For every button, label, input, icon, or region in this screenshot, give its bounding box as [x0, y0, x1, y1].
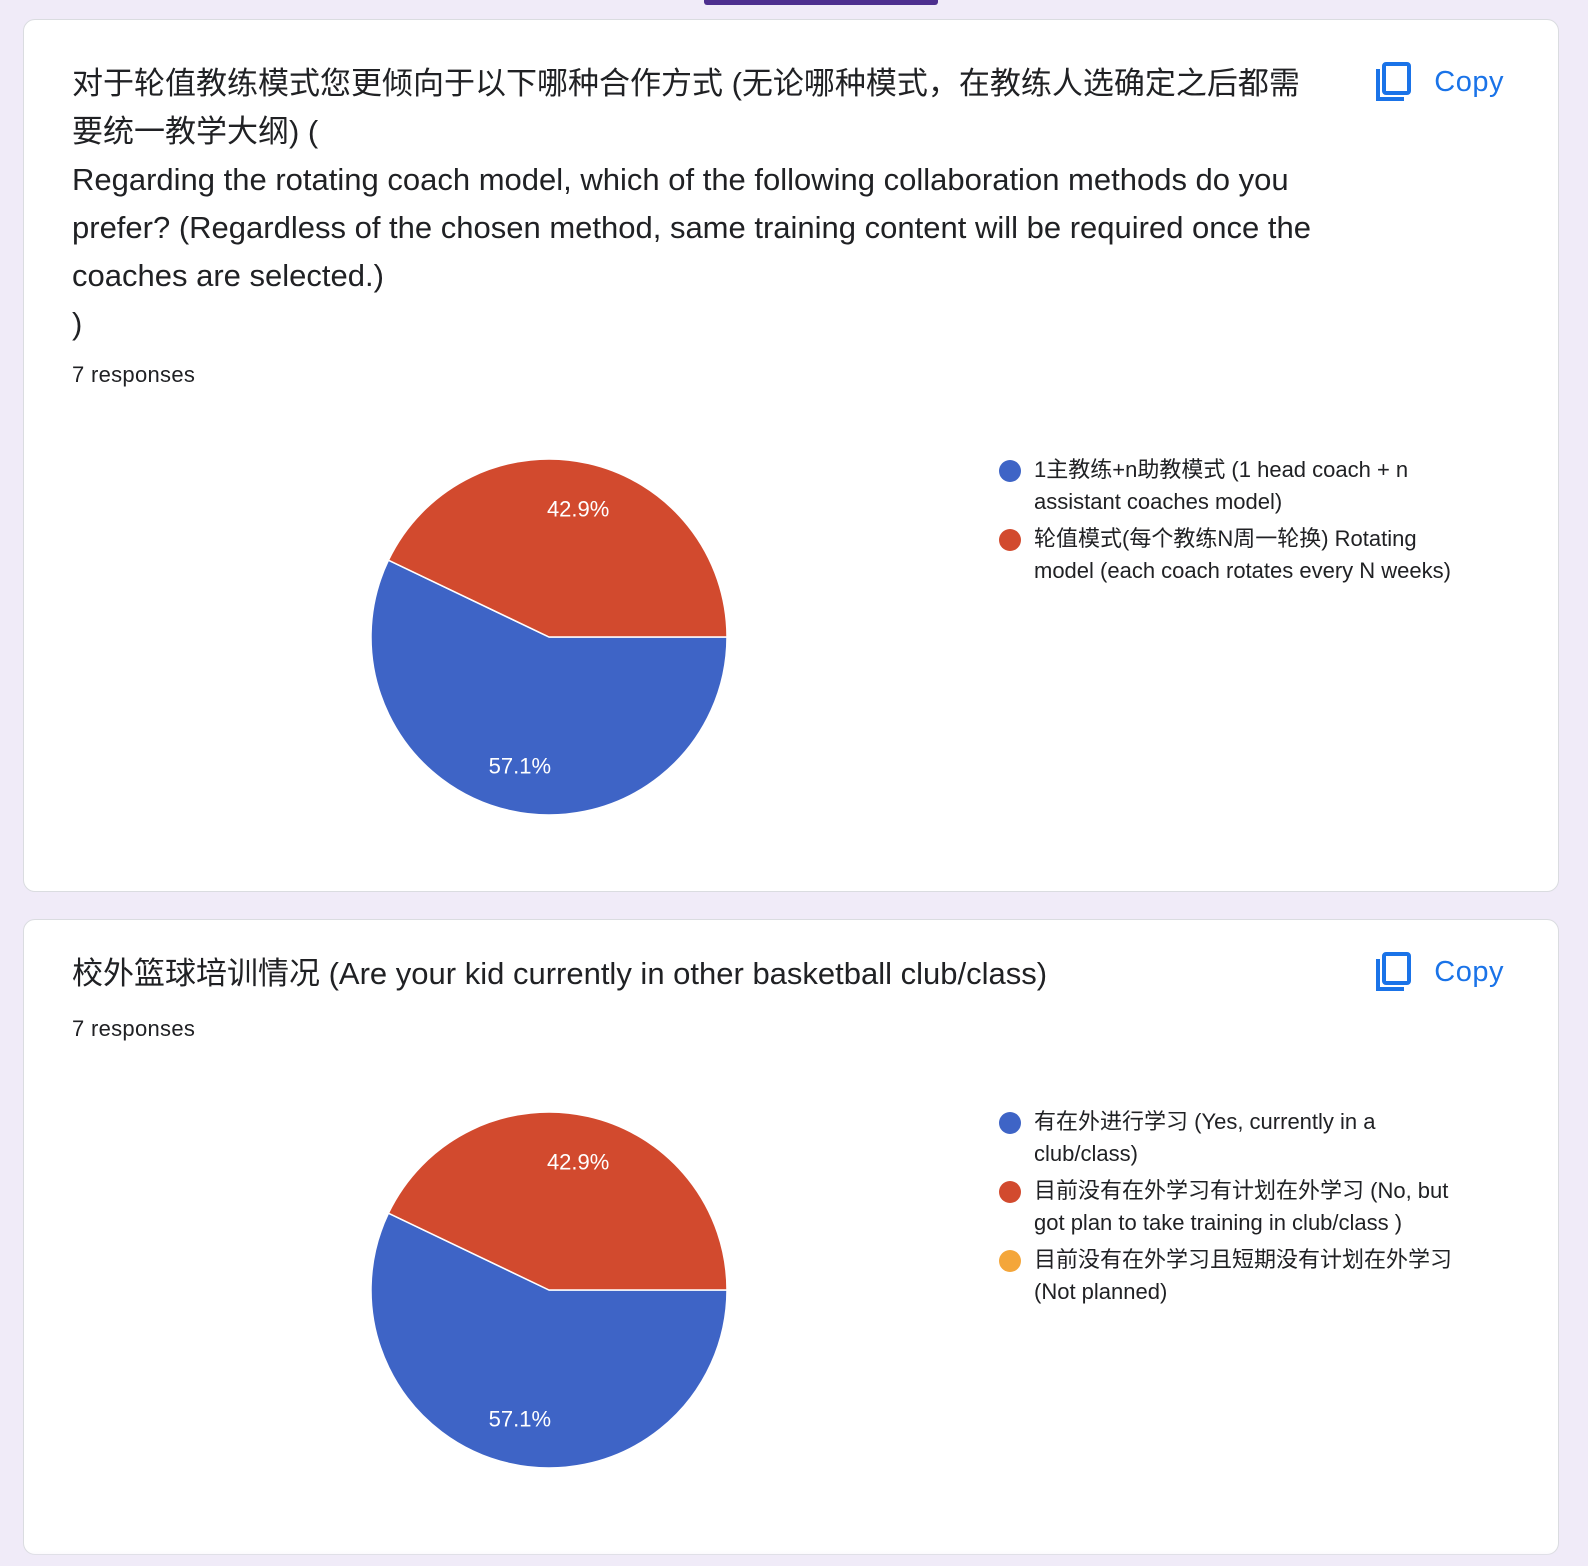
copy-chart-button[interactable]: Copy	[1374, 58, 1504, 106]
legend-label: 轮值模式(每个教练N周一轮换) Rotating model (each coa…	[1034, 526, 1451, 583]
copy-icon	[1376, 62, 1412, 101]
response-count: 7 responses	[72, 1016, 196, 1041]
bottom-edge	[0, 1550, 1588, 1566]
legend-label: 有在外进行学习 (Yes, currently in a club/class)	[1034, 1109, 1376, 1166]
legend-item: 目前没有在外学习有计划在外学习 (No, but got plan to tak…	[999, 1175, 1469, 1239]
slice-percent-label: 57.1%	[489, 1406, 551, 1431]
copy-chart-button[interactable]: Copy	[1374, 948, 1504, 996]
chart-legend: 1主教练+n助教模式 (1 head coach + n assistant c…	[999, 454, 1469, 592]
slice-percent-label: 42.9%	[547, 497, 609, 522]
question-title: 校外篮球培训情况 (Are your kid currently in othe…	[72, 956, 1048, 991]
legend-dot	[999, 1250, 1021, 1272]
legend-dot	[999, 1181, 1021, 1203]
legend-dot	[999, 529, 1021, 551]
legend-item: 轮值模式(每个教练N周一轮换) Rotating model (each coa…	[999, 523, 1469, 587]
copy-label: Copy	[1434, 65, 1504, 98]
legend-dot	[999, 1112, 1021, 1134]
legend-label: 目前没有在外学习且短期没有计划在外学习 (Not planned)	[1034, 1247, 1453, 1304]
response-count: 7 responses	[72, 362, 196, 387]
legend-dot	[999, 460, 1021, 482]
chart-legend: 有在外进行学习 (Yes, currently in a club/class)…	[999, 1106, 1469, 1313]
active-tab-indicator	[704, 0, 938, 5]
legend-label: 1主教练+n助教模式 (1 head coach + n assistant c…	[1034, 457, 1409, 514]
pie-chart: 57.1% 42.9%	[370, 458, 728, 816]
legend-item: 目前没有在外学习且短期没有计划在外学习 (Not planned)	[999, 1244, 1469, 1308]
slice-percent-label: 42.9%	[547, 1150, 609, 1175]
question-card-2: 校外篮球培训情况 (Are your kid currently in othe…	[23, 919, 1559, 1555]
question-title: 对于轮值教练模式您更倾向于以下哪种合作方式 (无论哪种模式，在教练人选确定之后都…	[72, 66, 1311, 341]
question-card-1: 对于轮值教练模式您更倾向于以下哪种合作方式 (无论哪种模式，在教练人选确定之后都…	[23, 19, 1559, 892]
legend-item: 1主教练+n助教模式 (1 head coach + n assistant c…	[999, 454, 1469, 518]
legend-item: 有在外进行学习 (Yes, currently in a club/class)	[999, 1106, 1469, 1170]
pie-chart: 57.1% 42.9%	[370, 1111, 728, 1469]
legend-label: 目前没有在外学习有计划在外学习 (No, but got plan to tak…	[1034, 1178, 1449, 1235]
slice-percent-label: 57.1%	[489, 753, 551, 778]
copy-label: Copy	[1434, 955, 1504, 988]
copy-icon	[1376, 952, 1412, 991]
